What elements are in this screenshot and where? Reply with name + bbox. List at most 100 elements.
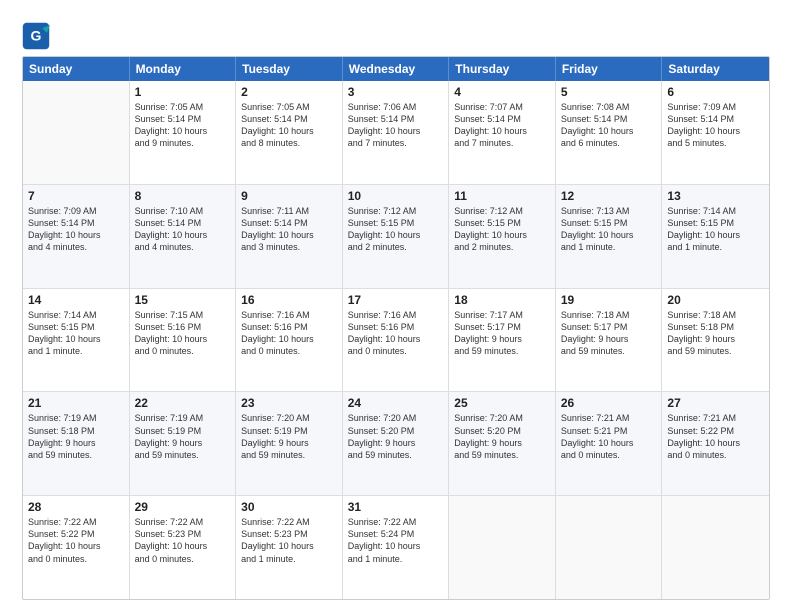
cell-content: Sunrise: 7:20 AMSunset: 5:20 PMDaylight:… (348, 412, 444, 461)
calendar-cell-2-0: 14 Sunrise: 7:14 AMSunset: 5:15 PMDayligh… (23, 289, 130, 392)
cell-content: Sunrise: 7:11 AMSunset: 5:14 PMDaylight:… (241, 205, 337, 254)
calendar-cell-0-6: 6Sunrise: 7:09 AMSunset: 5:14 PMDaylight… (662, 81, 769, 184)
day-number: 30 (241, 500, 337, 514)
cell-content: Sunrise: 7:19 AMSunset: 5:18 PMDaylight:… (28, 412, 124, 461)
calendar-row-2: 14 Sunrise: 7:14 AMSunset: 5:15 PMDayligh… (23, 289, 769, 393)
cell-content: Sunrise: 7:12 AMSunset: 5:15 PMDaylight:… (348, 205, 444, 254)
calendar-cell-1-2: 9 Sunrise: 7:11 AMSunset: 5:14 PMDaylight… (236, 185, 343, 288)
cell-content: Sunrise: 7:05 AMSunset: 5:14 PMDaylight:… (135, 101, 231, 150)
day-number: 23 (241, 396, 337, 410)
day-number: 12 (561, 189, 657, 203)
day-number: 13 (667, 189, 764, 203)
calendar-cell-1-0: 7 Sunrise: 7:09 AMSunset: 5:14 PMDaylight… (23, 185, 130, 288)
day-number: 8 (135, 189, 231, 203)
calendar-row-0: 1 Sunrise: 7:05 AMSunset: 5:14 PMDaylight… (23, 81, 769, 185)
day-number: 25 (454, 396, 550, 410)
day-number: 17 (348, 293, 444, 307)
cell-content: Sunrise: 7:16 AMSunset: 5:16 PMDaylight:… (241, 309, 337, 358)
day-number: 2 (241, 85, 337, 99)
day-number: 3 (348, 85, 444, 99)
calendar-cell-4-6 (662, 496, 769, 599)
cell-content: Sunrise: 7:21 AMSunset: 5:22 PMDaylight:… (667, 412, 764, 461)
calendar-cell-1-6: 13Sunrise: 7:14 AMSunset: 5:15 PMDayligh… (662, 185, 769, 288)
cell-content: Sunrise: 7:16 AMSunset: 5:16 PMDaylight:… (348, 309, 444, 358)
cell-content: Sunrise: 7:20 AMSunset: 5:19 PMDaylight:… (241, 412, 337, 461)
cell-content: Sunrise: 7:19 AMSunset: 5:19 PMDaylight:… (135, 412, 231, 461)
header-day-saturday: Saturday (662, 57, 769, 81)
calendar-cell-1-3: 10Sunrise: 7:12 AMSunset: 5:15 PMDayligh… (343, 185, 450, 288)
calendar-cell-4-0: 28 Sunrise: 7:22 AMSunset: 5:22 PMDayligh… (23, 496, 130, 599)
day-number: 24 (348, 396, 444, 410)
calendar-cell-2-6: 20 Sunrise: 7:18 AMSunset: 5:18 PMDayligh… (662, 289, 769, 392)
page: G SundayMondayTuesdayWednesdayThursdayFr… (0, 0, 792, 612)
day-number: 16 (241, 293, 337, 307)
calendar-cell-2-1: 15 Sunrise: 7:15 AMSunset: 5:16 PMDayligh… (130, 289, 237, 392)
day-number: 28 (28, 500, 124, 514)
day-number: 7 (28, 189, 124, 203)
header-day-monday: Monday (130, 57, 237, 81)
cell-content: Sunrise: 7:10 AMSunset: 5:14 PMDaylight:… (135, 205, 231, 254)
day-number: 29 (135, 500, 231, 514)
day-number: 27 (667, 396, 764, 410)
calendar-cell-3-2: 23 Sunrise: 7:20 AMSunset: 5:19 PMDayligh… (236, 392, 343, 495)
calendar-cell-1-5: 12 Sunrise: 7:13 AMSunset: 5:15 PMDayligh… (556, 185, 663, 288)
svg-text:G: G (31, 28, 42, 44)
calendar: SundayMondayTuesdayWednesdayThursdayFrid… (22, 56, 770, 600)
cell-content: Sunrise: 7:18 AMSunset: 5:17 PMDaylight:… (561, 309, 657, 358)
cell-content: Sunrise: 7:13 AMSunset: 5:15 PMDaylight:… (561, 205, 657, 254)
calendar-row-4: 28 Sunrise: 7:22 AMSunset: 5:22 PMDayligh… (23, 496, 769, 599)
cell-content: Sunrise: 7:21 AMSunset: 5:21 PMDaylight:… (561, 412, 657, 461)
day-number: 31 (348, 500, 444, 514)
calendar-cell-0-1: 1 Sunrise: 7:05 AMSunset: 5:14 PMDaylight… (130, 81, 237, 184)
cell-content: Sunrise: 7:17 AMSunset: 5:17 PMDaylight:… (454, 309, 550, 358)
calendar-cell-3-1: 22 Sunrise: 7:19 AMSunset: 5:19 PMDayligh… (130, 392, 237, 495)
cell-content: Sunrise: 7:15 AMSunset: 5:16 PMDaylight:… (135, 309, 231, 358)
cell-content: Sunrise: 7:18 AMSunset: 5:18 PMDaylight:… (667, 309, 764, 358)
calendar-cell-0-4: 4Sunrise: 7:07 AMSunset: 5:14 PMDaylight… (449, 81, 556, 184)
cell-content: Sunrise: 7:14 AMSunset: 5:15 PMDaylight:… (28, 309, 124, 358)
cell-content: Sunrise: 7:08 AMSunset: 5:14 PMDaylight:… (561, 101, 657, 150)
calendar-cell-1-1: 8 Sunrise: 7:10 AMSunset: 5:14 PMDaylight… (130, 185, 237, 288)
calendar-body: 1 Sunrise: 7:05 AMSunset: 5:14 PMDaylight… (23, 81, 769, 599)
calendar-cell-3-5: 26 Sunrise: 7:21 AMSunset: 5:21 PMDayligh… (556, 392, 663, 495)
calendar-cell-0-0 (23, 81, 130, 184)
day-number: 18 (454, 293, 550, 307)
cell-content: Sunrise: 7:12 AMSunset: 5:15 PMDaylight:… (454, 205, 550, 254)
day-number: 20 (667, 293, 764, 307)
cell-content: Sunrise: 7:05 AMSunset: 5:14 PMDaylight:… (241, 101, 337, 150)
calendar-cell-3-4: 25 Sunrise: 7:20 AMSunset: 5:20 PMDayligh… (449, 392, 556, 495)
cell-content: Sunrise: 7:22 AMSunset: 5:23 PMDaylight:… (135, 516, 231, 565)
calendar-cell-4-5 (556, 496, 663, 599)
day-number: 1 (135, 85, 231, 99)
logo: G (22, 22, 52, 50)
cell-content: Sunrise: 7:06 AMSunset: 5:14 PMDaylight:… (348, 101, 444, 150)
day-number: 14 (28, 293, 124, 307)
cell-content: Sunrise: 7:09 AMSunset: 5:14 PMDaylight:… (28, 205, 124, 254)
cell-content: Sunrise: 7:20 AMSunset: 5:20 PMDaylight:… (454, 412, 550, 461)
calendar-cell-0-3: 3 Sunrise: 7:06 AMSunset: 5:14 PMDaylight… (343, 81, 450, 184)
day-number: 15 (135, 293, 231, 307)
day-number: 22 (135, 396, 231, 410)
day-number: 9 (241, 189, 337, 203)
cell-content: Sunrise: 7:22 AMSunset: 5:22 PMDaylight:… (28, 516, 124, 565)
calendar-cell-2-2: 16 Sunrise: 7:16 AMSunset: 5:16 PMDayligh… (236, 289, 343, 392)
calendar-cell-0-5: 5 Sunrise: 7:08 AMSunset: 5:14 PMDaylight… (556, 81, 663, 184)
calendar-row-3: 21Sunrise: 7:19 AMSunset: 5:18 PMDayligh… (23, 392, 769, 496)
header: G (22, 18, 770, 50)
header-day-friday: Friday (556, 57, 663, 81)
calendar-cell-2-3: 17 Sunrise: 7:16 AMSunset: 5:16 PMDayligh… (343, 289, 450, 392)
calendar-cell-2-4: 18 Sunrise: 7:17 AMSunset: 5:17 PMDayligh… (449, 289, 556, 392)
cell-content: Sunrise: 7:09 AMSunset: 5:14 PMDaylight:… (667, 101, 764, 150)
logo-icon: G (22, 22, 50, 50)
calendar-cell-2-5: 19 Sunrise: 7:18 AMSunset: 5:17 PMDayligh… (556, 289, 663, 392)
calendar-cell-4-2: 30 Sunrise: 7:22 AMSunset: 5:23 PMDayligh… (236, 496, 343, 599)
day-number: 19 (561, 293, 657, 307)
day-number: 11 (454, 189, 550, 203)
cell-content: Sunrise: 7:22 AMSunset: 5:23 PMDaylight:… (241, 516, 337, 565)
day-number: 26 (561, 396, 657, 410)
header-day-sunday: Sunday (23, 57, 130, 81)
day-number: 5 (561, 85, 657, 99)
calendar-cell-1-4: 11 Sunrise: 7:12 AMSunset: 5:15 PMDayligh… (449, 185, 556, 288)
header-day-wednesday: Wednesday (343, 57, 450, 81)
calendar-cell-4-4 (449, 496, 556, 599)
